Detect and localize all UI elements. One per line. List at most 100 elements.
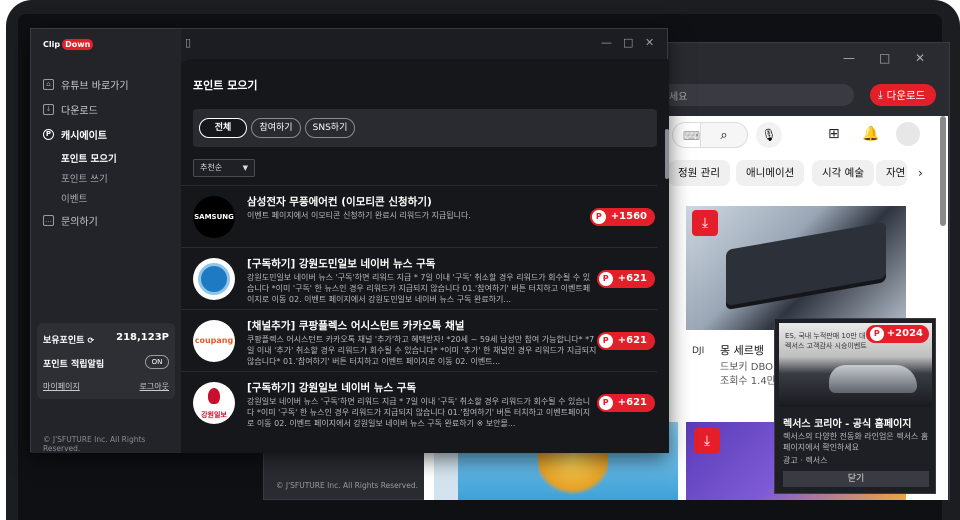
logo-text: 강원일보	[201, 411, 227, 419]
keyboard-image	[726, 221, 886, 307]
download-icon: ↓	[43, 104, 54, 115]
refresh-icon[interactable]: ⟳	[88, 336, 95, 345]
chevron-right-icon[interactable]: ›	[918, 166, 923, 180]
item-description: 이벤트 페이지에서 이모티콘 신청하기 완료시 리워드가 지급됩니다.	[247, 211, 471, 220]
points-panel: 포인트 모으기 전체 참여하기 SNS하기 추천순 ▼ SAMSUNG 삼성전자 …	[181, 59, 669, 453]
sort-select[interactable]: 추천순 ▼	[193, 159, 255, 177]
minimize-icon[interactable]: —	[601, 36, 612, 49]
clipdown-window: Clip Down ⌂ 유튜브 바로가기 ↓ 다운로드 P 캐시에이트 포인트 모으기…	[30, 28, 669, 453]
ad-description: 렉서스의 다양한 전동화 라인업은 렉서스 홈페이지에서 확인하세요	[783, 432, 929, 452]
brand-logo: SAMSUNG	[193, 196, 235, 238]
video-title[interactable]: 몽 세르뱅	[720, 342, 764, 358]
copyright: © J'SFUTURE Inc. All Rights Reserved.	[43, 435, 146, 453]
chip[interactable]: 정원 관리	[668, 160, 730, 186]
chip[interactable]: 자연	[876, 160, 908, 186]
car-image	[829, 365, 917, 393]
points-value: +621	[617, 335, 647, 346]
logo-badge: Down	[62, 38, 94, 50]
titlebar: ▯ — □ ✕	[181, 29, 669, 57]
sidebar-sub-event[interactable]: 이벤트	[61, 191, 87, 205]
brand-logo	[193, 258, 235, 300]
download-label: 다운로드	[886, 89, 926, 102]
logo-mark	[208, 388, 220, 404]
points-label: 보유포인트 ⟳	[43, 336, 95, 346]
scrollbar[interactable]	[940, 116, 946, 226]
chip[interactable]: 시각 예술	[812, 160, 874, 186]
sidebar-item-label: 유튜브 바로가기	[61, 81, 129, 92]
points-icon: P	[598, 396, 613, 410]
sidebar-sub-collect[interactable]: 포인트 모으기	[61, 151, 117, 165]
create-video-icon[interactable]: ⊞	[828, 126, 840, 142]
minimize-icon[interactable]: —	[843, 51, 855, 65]
chat-icon: …	[43, 215, 54, 226]
tab-sns[interactable]: SNS하기	[305, 118, 355, 138]
sidebar-item-inquiry[interactable]: … 문의하기	[43, 213, 98, 228]
item-description: 강원도민일보 네이버 뉴스 '구독'하면 리워드 지급 * 7일 이내 '구독'…	[247, 273, 591, 304]
list-item[interactable]: SAMSUNG 삼성전자 무풍에어컨 (이모티콘 신청하기) 이벤트 페이지에서…	[181, 185, 657, 247]
close-icon[interactable]: ✕	[915, 51, 925, 65]
download-icon: ⤓	[878, 88, 883, 101]
back-copyright: © J'SFUTURE Inc. All Rights Reserved.	[276, 481, 418, 490]
notify-label: 포인트 적립알림	[43, 360, 105, 370]
maximize-icon[interactable]: □	[879, 51, 890, 65]
coin-icon: P	[43, 129, 54, 140]
points-badge[interactable]: P +621	[596, 394, 655, 412]
chevron-down-icon: ▼	[242, 164, 248, 172]
item-description: 강원일보 네이버 뉴스 '구독'하면 리워드 지급 * 7일 이내 '구독' 취…	[247, 397, 591, 428]
brand-logo: coupang	[193, 320, 235, 362]
sidebar-item-cash[interactable]: P 캐시에이트	[43, 127, 107, 142]
points-badge[interactable]: P +621	[596, 332, 655, 350]
chip[interactable]: 애니메이션	[736, 160, 805, 186]
points-value: +621	[617, 397, 647, 408]
download-icon[interactable]: ⤓	[694, 428, 720, 454]
points-box: 보유포인트 ⟳ 218,123P 포인트 적립알림 ON 마이페이지 로그아웃	[37, 323, 175, 399]
tab-participate[interactable]: 참여하기	[251, 118, 301, 138]
sidebar-sub-use[interactable]: 포인트 쓰기	[61, 171, 108, 185]
notify-toggle[interactable]: ON	[145, 355, 169, 369]
points-value: +1560	[610, 211, 647, 222]
item-title: [채널추가] 쿠팡플렉스 어시스턴트 카카오톡 채널	[247, 320, 465, 332]
download-icon[interactable]: ⤓	[692, 210, 718, 236]
ad-title[interactable]: 렉서스 코리아 - 공식 홈페이지	[783, 415, 911, 430]
brand-logo: 강원일보	[193, 382, 235, 424]
search-input[interactable]: 세요	[661, 84, 854, 106]
list-item[interactable]: coupang [채널추가] 쿠팡플렉스 어시스턴트 카카오톡 채널 쿠팡플렉스…	[181, 309, 657, 371]
page-title: 포인트 모으기	[193, 79, 258, 92]
sidebar-toggle-icon[interactable]: ▯	[185, 36, 191, 49]
points-value: 218,123P	[116, 332, 169, 343]
list-item[interactable]: [구독하기] 강원도민일보 네이버 뉴스 구독 강원도민일보 네이버 뉴스 '구…	[181, 247, 657, 309]
item-title: [구독하기] 강원일보 네이버 뉴스 구독	[247, 382, 417, 394]
ad-popup: ES, 국내 누적판매 10만 대 돌파 기념 렉서스 고객감사 시승이벤트 P…	[774, 318, 936, 494]
points-badge[interactable]: P +1560	[589, 208, 655, 226]
home-icon: ⌂	[43, 79, 54, 90]
points-badge[interactable]: P +621	[596, 270, 655, 288]
logout-link[interactable]: 로그아웃	[140, 381, 169, 392]
points-icon: P	[598, 334, 613, 348]
item-description: 쿠팡플렉스 어시스턴트 카카오톡 채널 '추가'하고 혜택받자! *20세 ~ …	[247, 335, 597, 366]
mypage-link[interactable]: 마이페이지	[43, 381, 80, 392]
mic-icon[interactable]: 🎙	[756, 122, 782, 148]
avatar[interactable]	[896, 122, 920, 146]
item-title: 삼성전자 무풍에어컨 (이모티콘 신청하기)	[247, 196, 432, 208]
tab-all[interactable]: 전체	[199, 118, 247, 138]
back-titlebar: — □ ✕	[829, 43, 949, 73]
sidebar-item-youtube[interactable]: ⌂ 유튜브 바로가기	[43, 77, 129, 92]
video-thumbnail[interactable]: ⤓	[686, 206, 906, 330]
points-icon: P	[869, 327, 884, 341]
channel-logo[interactable]: DJI	[692, 346, 704, 356]
points-icon: P	[598, 272, 613, 286]
sidebar: Clip Down ⌂ 유튜브 바로가기 ↓ 다운로드 P 캐시에이트 포인트 모으기…	[31, 29, 181, 453]
sidebar-item-label: 다운로드	[61, 106, 98, 117]
close-button[interactable]: 닫기	[783, 471, 929, 487]
close-icon[interactable]: ✕	[645, 36, 654, 49]
maximize-icon[interactable]: □	[623, 36, 633, 49]
sidebar-item-label: 문의하기	[61, 217, 98, 228]
scrollbar[interactable]	[665, 129, 669, 179]
list-item[interactable]: 강원일보 [구독하기] 강원일보 네이버 뉴스 구독 강원일보 네이버 뉴스 '…	[181, 371, 657, 433]
sidebar-item-label: 캐시에이트	[61, 131, 107, 142]
bell-icon[interactable]: 🔔	[862, 126, 879, 142]
search-icon[interactable]: ⌕	[700, 122, 748, 148]
points-value: +2024	[886, 328, 923, 339]
download-button[interactable]: ⤓ 다운로드	[870, 84, 936, 106]
sidebar-item-download[interactable]: ↓ 다운로드	[43, 102, 98, 117]
